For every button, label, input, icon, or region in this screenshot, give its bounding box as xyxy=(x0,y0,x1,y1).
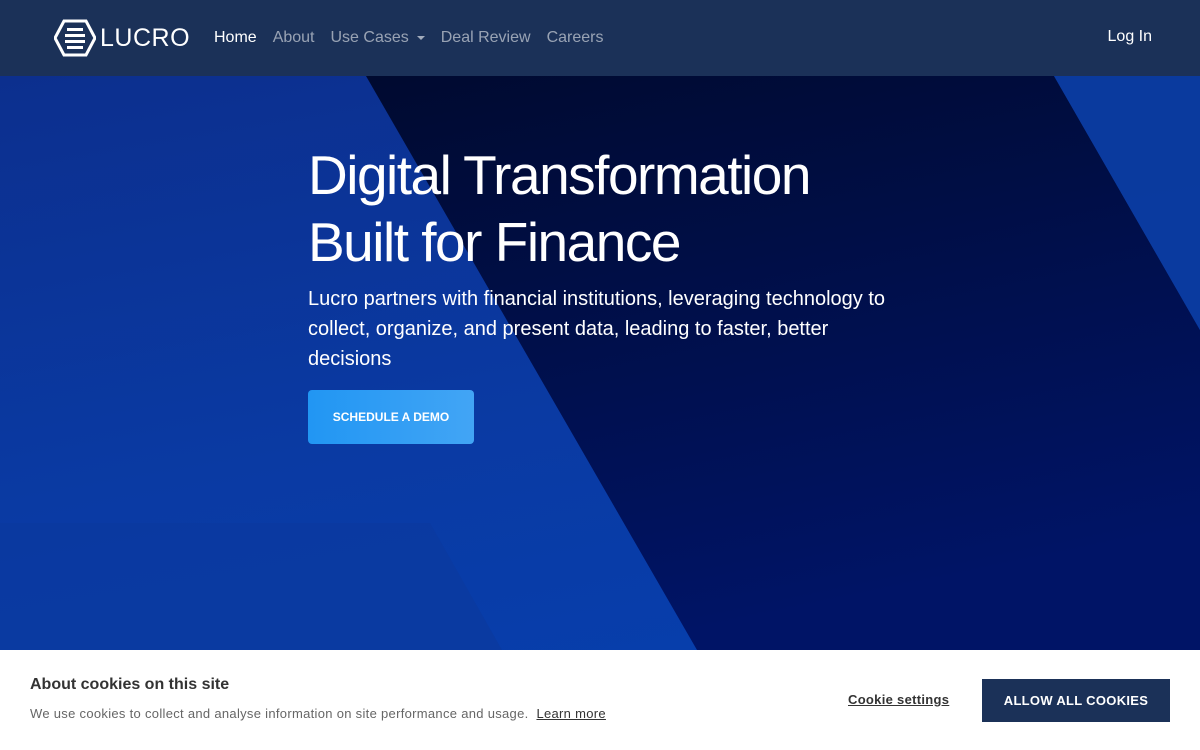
cookie-settings-link[interactable]: Cookie settings xyxy=(848,692,949,707)
schedule-demo-button[interactable]: SCHEDULE A DEMO xyxy=(308,390,474,444)
chevron-down-icon xyxy=(416,36,425,40)
nav-links: Home About Use Cases Deal Review Careers xyxy=(214,0,619,76)
lucro-logo-icon xyxy=(54,19,96,57)
learn-more-link[interactable]: Learn more xyxy=(536,706,605,721)
nav-use-cases-label: Use Cases xyxy=(330,29,409,46)
hero-title-line-2: Built for Finance xyxy=(308,211,681,273)
hero-content: Digital Transformation Built for Finance… xyxy=(308,142,908,444)
cookie-title: About cookies on this site xyxy=(30,676,230,693)
nav-careers[interactable]: Careers xyxy=(547,29,604,47)
hero-section: Digital Transformation Built for Finance… xyxy=(0,76,1200,650)
brand-name: LUCRO xyxy=(100,23,191,52)
cookie-text: We use cookies to collect and analyse in… xyxy=(30,706,529,721)
cookie-description: We use cookies to collect and analyse in… xyxy=(30,706,606,721)
nav-deal-review[interactable]: Deal Review xyxy=(441,29,531,47)
login-link[interactable]: Log In xyxy=(1108,28,1152,46)
nav-use-cases[interactable]: Use Cases xyxy=(331,29,425,47)
cookie-banner: About cookies on this site We use cookie… xyxy=(0,650,1200,750)
hero-title-line-1: Digital Transformation xyxy=(308,144,811,206)
nav-home[interactable]: Home xyxy=(214,29,257,47)
brand-logo[interactable]: LUCRO xyxy=(54,18,190,58)
nav-about[interactable]: About xyxy=(273,29,315,47)
hero-subtitle: Lucro partners with financial institutio… xyxy=(308,288,885,370)
navbar: LUCRO Home About Use Cases Deal Review C… xyxy=(0,0,1200,76)
hero-title: Digital Transformation Built for Finance xyxy=(308,142,908,276)
allow-all-cookies-button[interactable]: ALLOW ALL COOKIES xyxy=(982,679,1170,722)
